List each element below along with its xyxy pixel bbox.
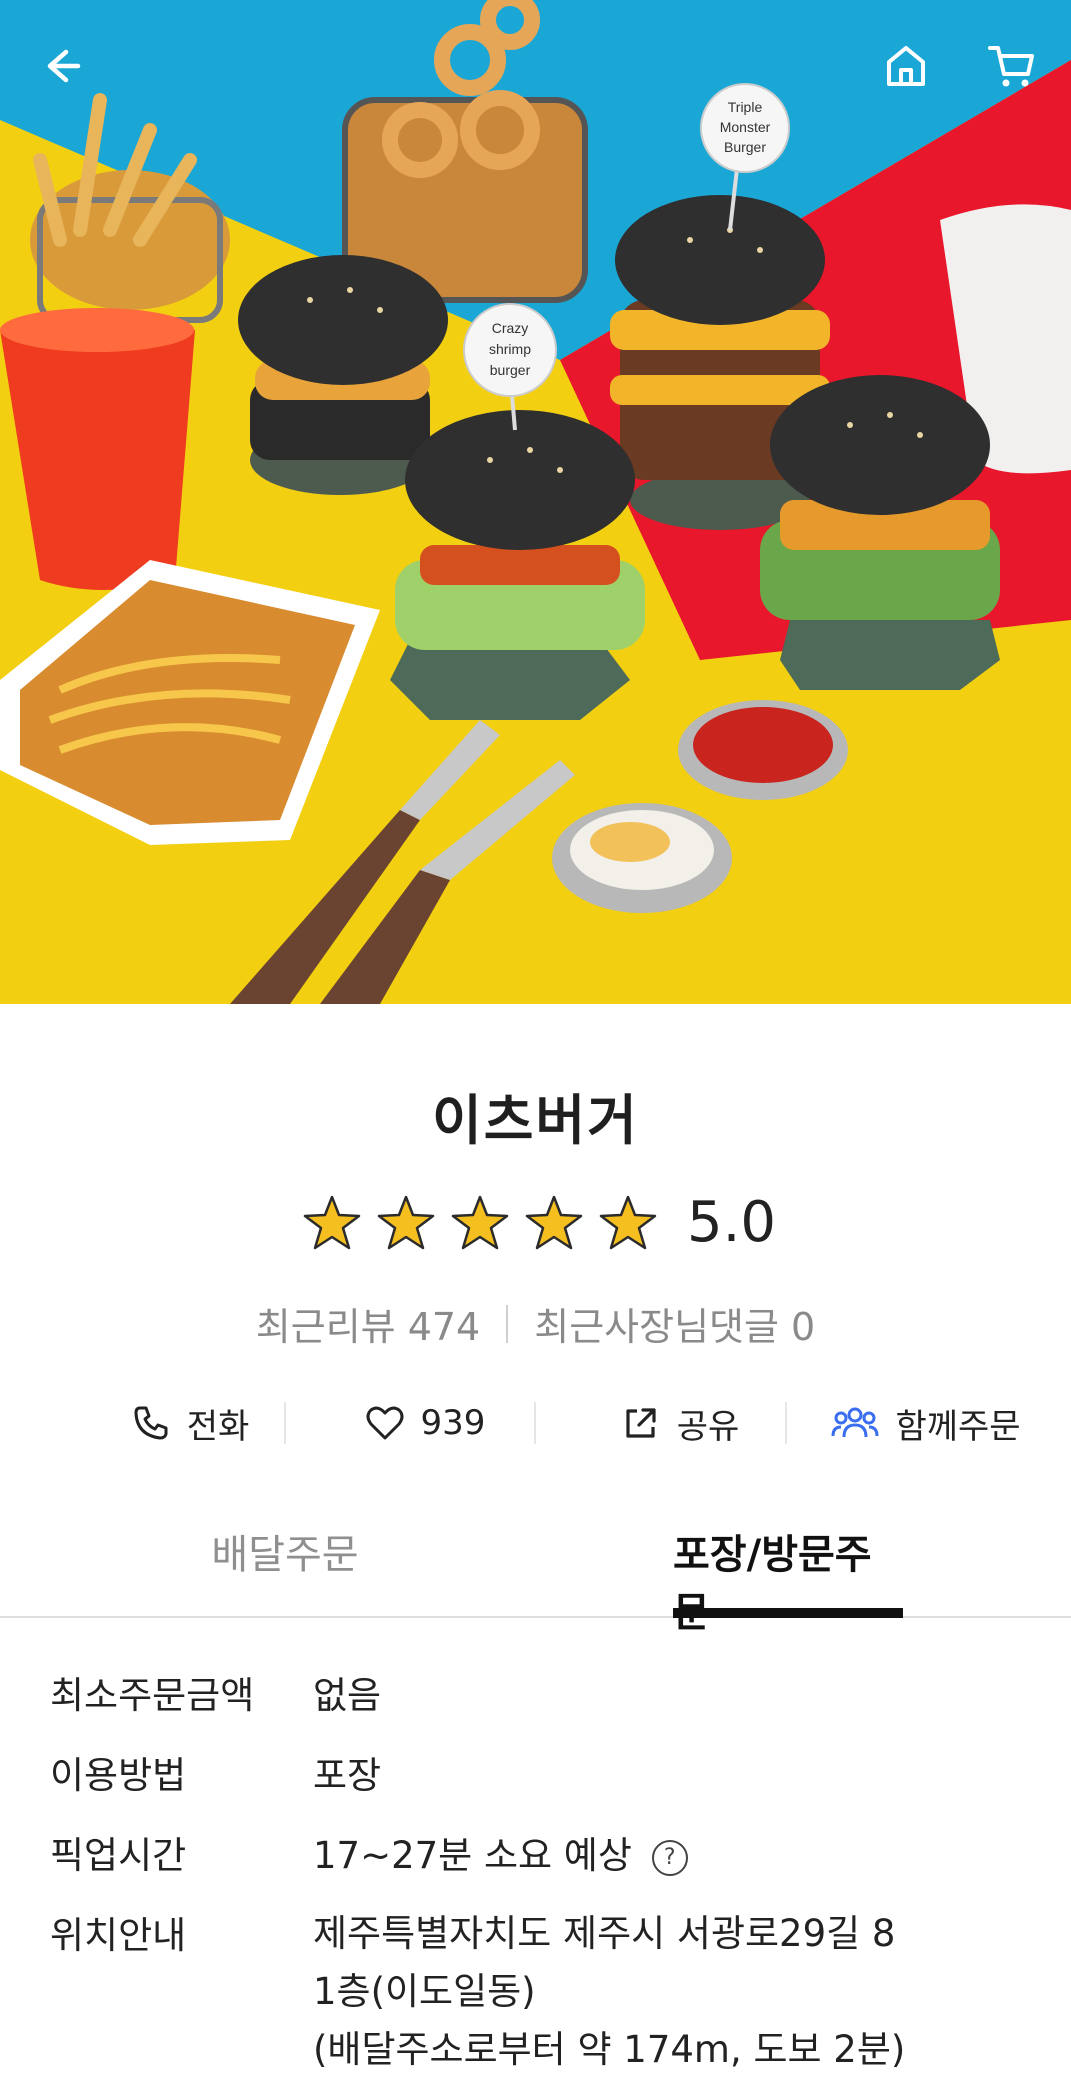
star-icon [599, 1195, 657, 1249]
divider [506, 1304, 509, 1343]
star-icon [525, 1195, 583, 1249]
owner-reply-link[interactable]: 최근사장님댓글 0 [534, 1296, 815, 1351]
pickup-info: 최소주문금액 없음 이용방법 포장 픽업시간 17~27분 소요 예상 ? 위치… [50, 1665, 1040, 2097]
min-order-label: 최소주문금액 [50, 1674, 255, 1717]
share-icon [626, 1408, 656, 1438]
group-people-icon [831, 1407, 879, 1438]
method-label: 이용방법 [50, 1754, 187, 1797]
tab-pickup[interactable]: 포장/방문주문 [673, 1522, 903, 1636]
min-order-value: 없음 [313, 1674, 382, 1717]
svg-text:Monster: Monster [720, 119, 771, 135]
call-button[interactable]: 전화 [80, 1390, 300, 1456]
rating-value: 5.0 [686, 1190, 777, 1255]
like-button[interactable]: 939 [330, 1390, 520, 1456]
cart-button[interactable] [980, 34, 1044, 98]
back-button[interactable] [30, 34, 94, 98]
group-order-label: 함께주문 [895, 1406, 1021, 1447]
pickup-time-value: 17~27분 소요 예상 [313, 1834, 632, 1877]
star-icon [303, 1195, 361, 1249]
group-order-button[interactable]: 함께주문 [806, 1390, 1046, 1456]
location-label: 위치안내 [50, 1914, 187, 1957]
food-photo: Triple Monster Burger Crazy shrimp burge… [0, 0, 1071, 1004]
back-arrow-icon [47, 49, 81, 83]
svg-text:shrimp: shrimp [489, 341, 531, 357]
info-row-method: 이용방법 포장 [50, 1745, 1040, 1807]
call-label: 전화 [186, 1406, 250, 1447]
store-name: 이츠버거 [432, 1089, 639, 1152]
tab-delivery[interactable]: 배달주문 [145, 1522, 425, 1616]
review-summary: 최근리뷰 474 최근사장님댓글 0 [0, 1296, 1071, 1351]
hero-image: Triple Monster Burger Crazy shrimp burge… [0, 0, 1071, 1004]
help-icon[interactable]: ? [651, 1839, 688, 1876]
home-icon [887, 46, 925, 86]
recent-review-link[interactable]: 최근리뷰 474 [256, 1296, 480, 1351]
divider [785, 1402, 787, 1444]
svg-text:Burger: Burger [724, 139, 766, 155]
cart-icon [988, 46, 1034, 87]
svg-text:burger: burger [490, 362, 531, 378]
info-row-pickup-time: 픽업시간 17~27분 소요 예상 ? [50, 1825, 1040, 1887]
divider [284, 1402, 286, 1444]
divider [534, 1402, 536, 1444]
active-tab-indicator [673, 1608, 903, 1618]
address: 제주특별자치도 제주시 서광로29길 8 1층(이도일동) (배달주소로부터 약… [313, 1905, 1040, 2079]
rating-row: 5.0 [0, 1190, 1071, 1255]
info-row-location: 위치안내 제주특별자치도 제주시 서광로29길 8 1층(이도일동) (배달주소… [50, 1905, 1040, 2079]
like-count: 939 [420, 1403, 486, 1443]
star-icon [451, 1195, 509, 1249]
share-button[interactable]: 공유 [580, 1390, 780, 1456]
info-row-min-order: 최소주문금액 없음 [50, 1665, 1040, 1727]
star-icon [377, 1195, 435, 1249]
heart-icon [366, 1406, 404, 1440]
order-type-tabs: 배달주문 포장/방문주문 [0, 1522, 1071, 1636]
pickup-time-label: 픽업시간 [50, 1834, 187, 1877]
share-label: 공유 [676, 1406, 740, 1447]
address-distance: (배달주소로부터 약 174m, 도보 2분) [313, 2028, 906, 2071]
action-bar: 전화 939 공유 함께주문 [0, 1390, 1071, 1456]
svg-text:Triple: Triple [728, 99, 763, 115]
pickup-time-value-wrap: 17~27분 소요 예상 ? [313, 1825, 1040, 1887]
method-value: 포장 [313, 1754, 382, 1797]
home-button[interactable] [874, 34, 938, 98]
address-line: 1층(이도일동) [313, 1970, 536, 2013]
phone-icon [134, 1406, 168, 1440]
address-line: 제주특별자치도 제주시 서광로29길 8 [313, 1912, 896, 1955]
svg-text:Crazy: Crazy [492, 320, 529, 336]
